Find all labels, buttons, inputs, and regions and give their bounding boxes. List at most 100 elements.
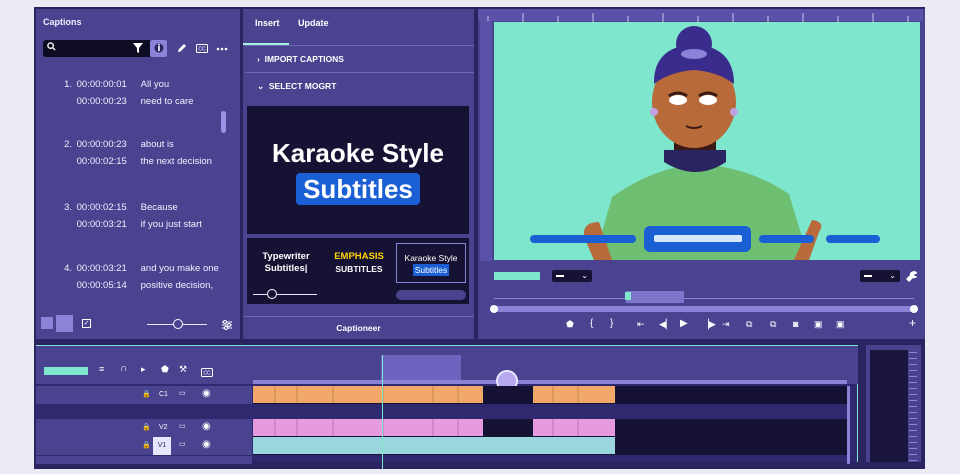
timeline-work-area[interactable] [381, 355, 461, 380]
captioneer-label: Captioneer [243, 316, 474, 339]
thumb-typewriter-line1: Typewriter [262, 251, 310, 262]
thumb-karaoke-line2: Subtitles [412, 264, 450, 276]
viewer-work-area[interactable] [626, 291, 684, 303]
captions-scrollbar[interactable] [221, 111, 226, 133]
pencil-icon[interactable] [173, 40, 190, 57]
zoom-bar-start-handle[interactable] [490, 305, 498, 313]
captions-toggle-icon[interactable]: CC [201, 364, 213, 382]
wrench-icon[interactable] [906, 269, 918, 287]
thumb-emphasis[interactable]: EMPHASIS SUBTITLES [324, 243, 394, 283]
caption-item-3[interactable]: 3. 00:00:02:15 Because 00:00:03:21 if you … [58, 199, 202, 233]
thumb-size-slider[interactable] [253, 294, 317, 295]
track-c1-header: 🔒 C1 ▭ ◉ [36, 386, 252, 404]
tab-update[interactable]: Update [298, 18, 329, 28]
video-canvas [494, 22, 920, 260]
compare-icon[interactable]: ▣ [814, 319, 823, 330]
lift-icon[interactable]: ⧉ [746, 319, 752, 330]
svg-text:CC: CC [198, 47, 206, 53]
fit-dropdown[interactable]: ⌄ [552, 270, 592, 282]
timeline-ruler [253, 380, 847, 384]
caption-text-line1: about is [140, 139, 174, 150]
caption-item-2[interactable]: 2. 00:00:00:23 about is 00:00:02:15 the ne… [58, 136, 212, 170]
select-mogrt-section[interactable]: ⌄ SELECT MOGRT [245, 72, 474, 98]
thumb-karaoke-line1: Karaoke Style [404, 253, 458, 263]
vr-icon[interactable]: ▣ [836, 319, 845, 330]
zoom-slider-handle[interactable] [173, 319, 183, 329]
camera-icon[interactable]: ▭ [179, 422, 186, 430]
chevron-down-icon: ⌄ [257, 81, 265, 91]
track-a1-header [36, 456, 252, 464]
thumb-karaoke[interactable]: Karaoke Style Subtitles [396, 243, 466, 283]
mogrt-thumbnails: Typewriter Subtitles| EMPHASIS SUBTITLES… [247, 238, 469, 304]
caption-out-time: 00:00:03:21 [76, 219, 127, 230]
timeline-wrench-icon[interactable]: ⚒ [179, 364, 187, 375]
eye-icon[interactable]: ◉ [202, 388, 211, 399]
tab-insert[interactable]: Insert [255, 18, 280, 28]
mogrt-preview: Karaoke Style Subtitles [247, 106, 469, 234]
settings-sliders-icon[interactable] [221, 318, 233, 336]
chevron-right-icon: › [257, 54, 260, 64]
mogrt-scrollbar[interactable] [396, 290, 466, 300]
zoom-bar-end-handle[interactable] [910, 305, 918, 313]
camera-icon[interactable]: ▭ [179, 440, 186, 448]
audio-meter [870, 350, 908, 462]
clip-dividers [274, 386, 579, 436]
more-icon[interactable] [213, 40, 230, 57]
cc-icon[interactable]: CC [193, 40, 210, 57]
track-v2-header: 🔒 V2 ▭ ◉ [36, 419, 252, 437]
thumb-size-handle[interactable] [267, 289, 277, 299]
camera-icon[interactable]: ◙ [793, 319, 798, 329]
lock-icon[interactable]: 🔒 [142, 390, 151, 398]
magnet-icon[interactable]: ∩ [120, 363, 127, 374]
ruler-top [478, 9, 923, 22]
extract-icon[interactable]: ⧉ [770, 319, 776, 330]
track-v2-name: V2 [159, 424, 168, 431]
add-button-icon[interactable]: + [909, 316, 916, 330]
lock-icon[interactable]: 🔒 [142, 441, 151, 449]
thumb-typewriter[interactable]: Typewriter Subtitles| [251, 243, 321, 283]
caption-text-line2: the next decision [140, 156, 212, 167]
marker-icon[interactable]: ⬟ [566, 319, 574, 330]
timeline-timecode [44, 367, 88, 375]
checkbox-icon[interactable]: ✓ [82, 319, 91, 328]
caption-item-1[interactable]: 1. 00:00:00:01 All you 00:00:00:23 need to… [58, 76, 193, 110]
quality-dropdown[interactable]: ⌄ [860, 270, 900, 282]
preview-line1: Karaoke Style [272, 138, 444, 168]
filter-icon[interactable] [129, 40, 146, 57]
import-captions-section[interactable]: › IMPORT CAPTIONS [245, 45, 474, 71]
ruler-left [480, 21, 492, 261]
marker-add-icon[interactable]: ⬟ [161, 364, 169, 375]
view-small-icon[interactable] [41, 317, 53, 329]
thumb-emphasis-line2: SUBTITLES [335, 264, 383, 274]
caption-number: 4. [64, 263, 72, 274]
go-to-out-icon[interactable]: ⇥ [722, 319, 730, 330]
select-mogrt-label: SELECT MOGRT [268, 81, 337, 91]
info-icon[interactable] [150, 40, 167, 57]
caption-in-time: 00:00:00:01 [76, 79, 127, 90]
viewer-playhead[interactable] [625, 292, 631, 300]
step-forward-icon[interactable]: ▕▶ [702, 319, 716, 330]
mark-in-icon[interactable]: { [590, 318, 593, 329]
caption-text-line1: Because [140, 202, 178, 213]
view-large-icon[interactable] [56, 315, 73, 332]
timecode-bar [494, 272, 540, 280]
caption-text-line2: positive decision, [140, 280, 213, 291]
viewer-zoom-bar[interactable] [494, 306, 914, 312]
track-v1-name[interactable]: V1 [153, 437, 171, 455]
mark-out-icon[interactable]: } [610, 318, 613, 329]
caption-item-4[interactable]: 4. 00:00:03:21 and you make one 00:00:05:… [58, 260, 219, 294]
lock-icon[interactable]: 🔒 [142, 423, 151, 431]
timeline-playhead[interactable] [382, 355, 383, 469]
character-illustration [530, 26, 880, 260]
camera-icon[interactable]: ▭ [179, 389, 186, 397]
timeline-scrollbar[interactable] [847, 386, 850, 464]
selection-tool-icon[interactable]: ▸ [141, 364, 146, 375]
chevron-down-icon: ⌄ [889, 271, 896, 280]
eye-icon[interactable]: ◉ [202, 439, 211, 450]
play-icon[interactable]: ▶ [680, 318, 688, 329]
snap-icon[interactable]: ≡ [99, 364, 104, 374]
captions-panel-title: Captions [43, 17, 82, 27]
eye-icon[interactable]: ◉ [202, 421, 211, 432]
step-back-icon[interactable]: ◀▏ [659, 319, 673, 330]
go-to-in-icon[interactable]: ⇤ [637, 319, 645, 330]
